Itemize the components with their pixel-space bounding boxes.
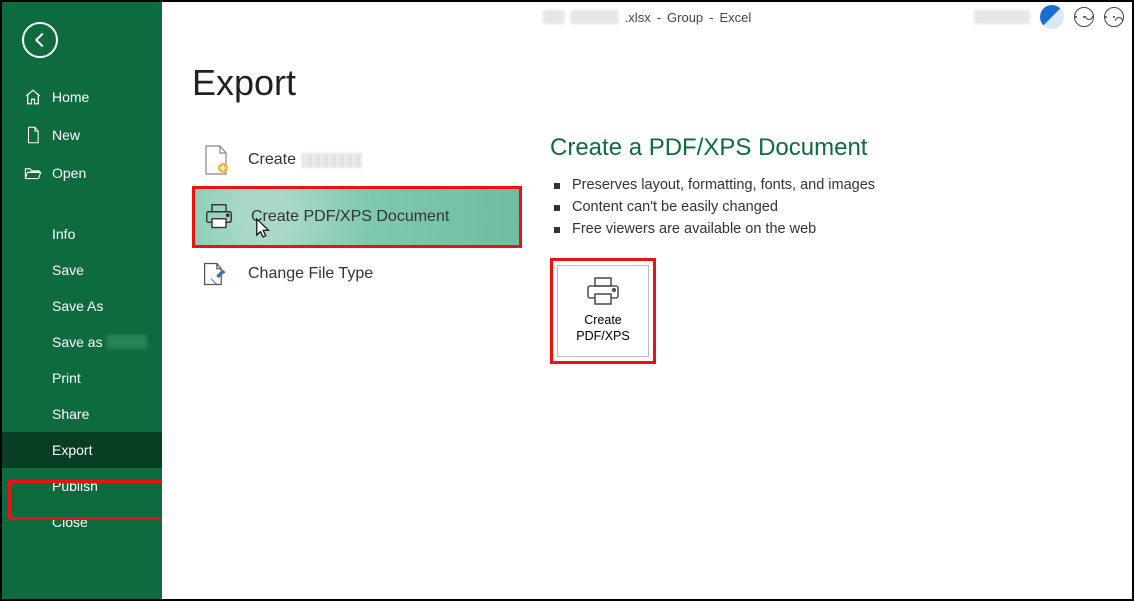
sidebar-item-publish[interactable]: Publish: [2, 468, 162, 504]
printer-icon: [586, 277, 620, 307]
sidebar-label: Publish: [52, 478, 98, 494]
filename-suffix: .xlsx: [625, 10, 651, 25]
separator: -: [709, 10, 713, 25]
main-panel: .xlsx - Group - Excel Export Create: [162, 2, 1132, 599]
option-change-file-type[interactable]: Change File Type: [192, 252, 522, 296]
page-title: Export: [192, 62, 1132, 104]
sidebar-item-open[interactable]: Open: [2, 154, 162, 192]
option-label: Change File Type: [248, 265, 373, 283]
backstage-sidebar: Home New Open Info Save Save As Save as …: [2, 2, 162, 599]
bullet-item: Preserves layout, formatting, fonts, and…: [550, 174, 875, 196]
sidebar-label: New: [52, 127, 80, 143]
annotation-highlight-create-button: Create PDF/XPS: [550, 258, 656, 364]
sidebar-item-new[interactable]: New: [2, 116, 162, 154]
back-button[interactable]: [22, 22, 58, 58]
title-center: .xlsx - Group - Excel: [543, 10, 752, 25]
bullet-item: Free viewers are available on the web: [550, 218, 875, 240]
sidebar-item-share[interactable]: Share: [2, 396, 162, 432]
export-detail-panel: Create a PDF/XPS Document Preserves layo…: [550, 134, 875, 364]
button-text: Create PDF/XPS: [576, 313, 630, 344]
redacted-username: [974, 10, 1030, 24]
printer-icon: [205, 203, 233, 231]
home-icon: [24, 88, 42, 106]
sidebar-item-save-as-2[interactable]: Save as: [2, 324, 162, 360]
feedback-frown-icon[interactable]: [1104, 7, 1124, 27]
sidebar-item-print[interactable]: Print: [2, 360, 162, 396]
redacted-icon: [543, 10, 565, 24]
sidebar-item-info[interactable]: Info: [2, 216, 162, 252]
sidebar-label: Close: [52, 514, 88, 530]
arrow-left-icon: [34, 33, 48, 47]
title-group: Group: [667, 10, 703, 25]
feedback-smile-icon[interactable]: [1074, 7, 1094, 27]
redacted-filename: [571, 10, 619, 24]
sidebar-label: Share: [52, 406, 89, 422]
sidebar-item-save-as[interactable]: Save As: [2, 288, 162, 324]
sidebar-label: Info: [52, 226, 75, 242]
sidebar-item-export[interactable]: Export: [2, 432, 162, 468]
document-icon: [202, 146, 230, 174]
option-create[interactable]: Create: [192, 138, 522, 182]
folder-open-icon: [24, 164, 42, 182]
option-create-pdf-xps[interactable]: Create PDF/XPS Document: [192, 186, 522, 248]
separator: -: [657, 10, 661, 25]
detail-title: Create a PDF/XPS Document: [550, 134, 875, 162]
option-label: Create PDF/XPS Document: [251, 208, 449, 226]
sidebar-item-home[interactable]: Home: [2, 78, 162, 116]
new-file-icon: [24, 126, 42, 144]
sidebar-item-close[interactable]: Close: [2, 504, 162, 540]
window-titlebar: .xlsx - Group - Excel: [162, 2, 1132, 32]
sidebar-label: Save: [52, 262, 84, 278]
sidebar-label: Export: [52, 442, 92, 458]
title-app: Excel: [720, 10, 752, 25]
sidebar-label: Home: [52, 89, 89, 105]
sidebar-label: Save as: [52, 334, 103, 350]
sidebar-label: Open: [52, 165, 86, 181]
create-pdf-xps-button[interactable]: Create PDF/XPS: [557, 265, 649, 357]
change-file-type-icon: [202, 260, 230, 288]
bullet-item: Content can't be easily changed: [550, 196, 875, 218]
sidebar-label: Print: [52, 370, 81, 386]
user-avatar[interactable]: [1040, 5, 1064, 29]
redacted-text: [107, 335, 147, 349]
sidebar-label: Save As: [52, 298, 103, 314]
redacted-text: [302, 153, 362, 168]
option-label: Create: [248, 151, 296, 169]
sidebar-item-save[interactable]: Save: [2, 252, 162, 288]
detail-bullets: Preserves layout, formatting, fonts, and…: [550, 174, 875, 240]
export-options-list: Create Create PDF/XPS Document Change Fi…: [192, 134, 522, 364]
